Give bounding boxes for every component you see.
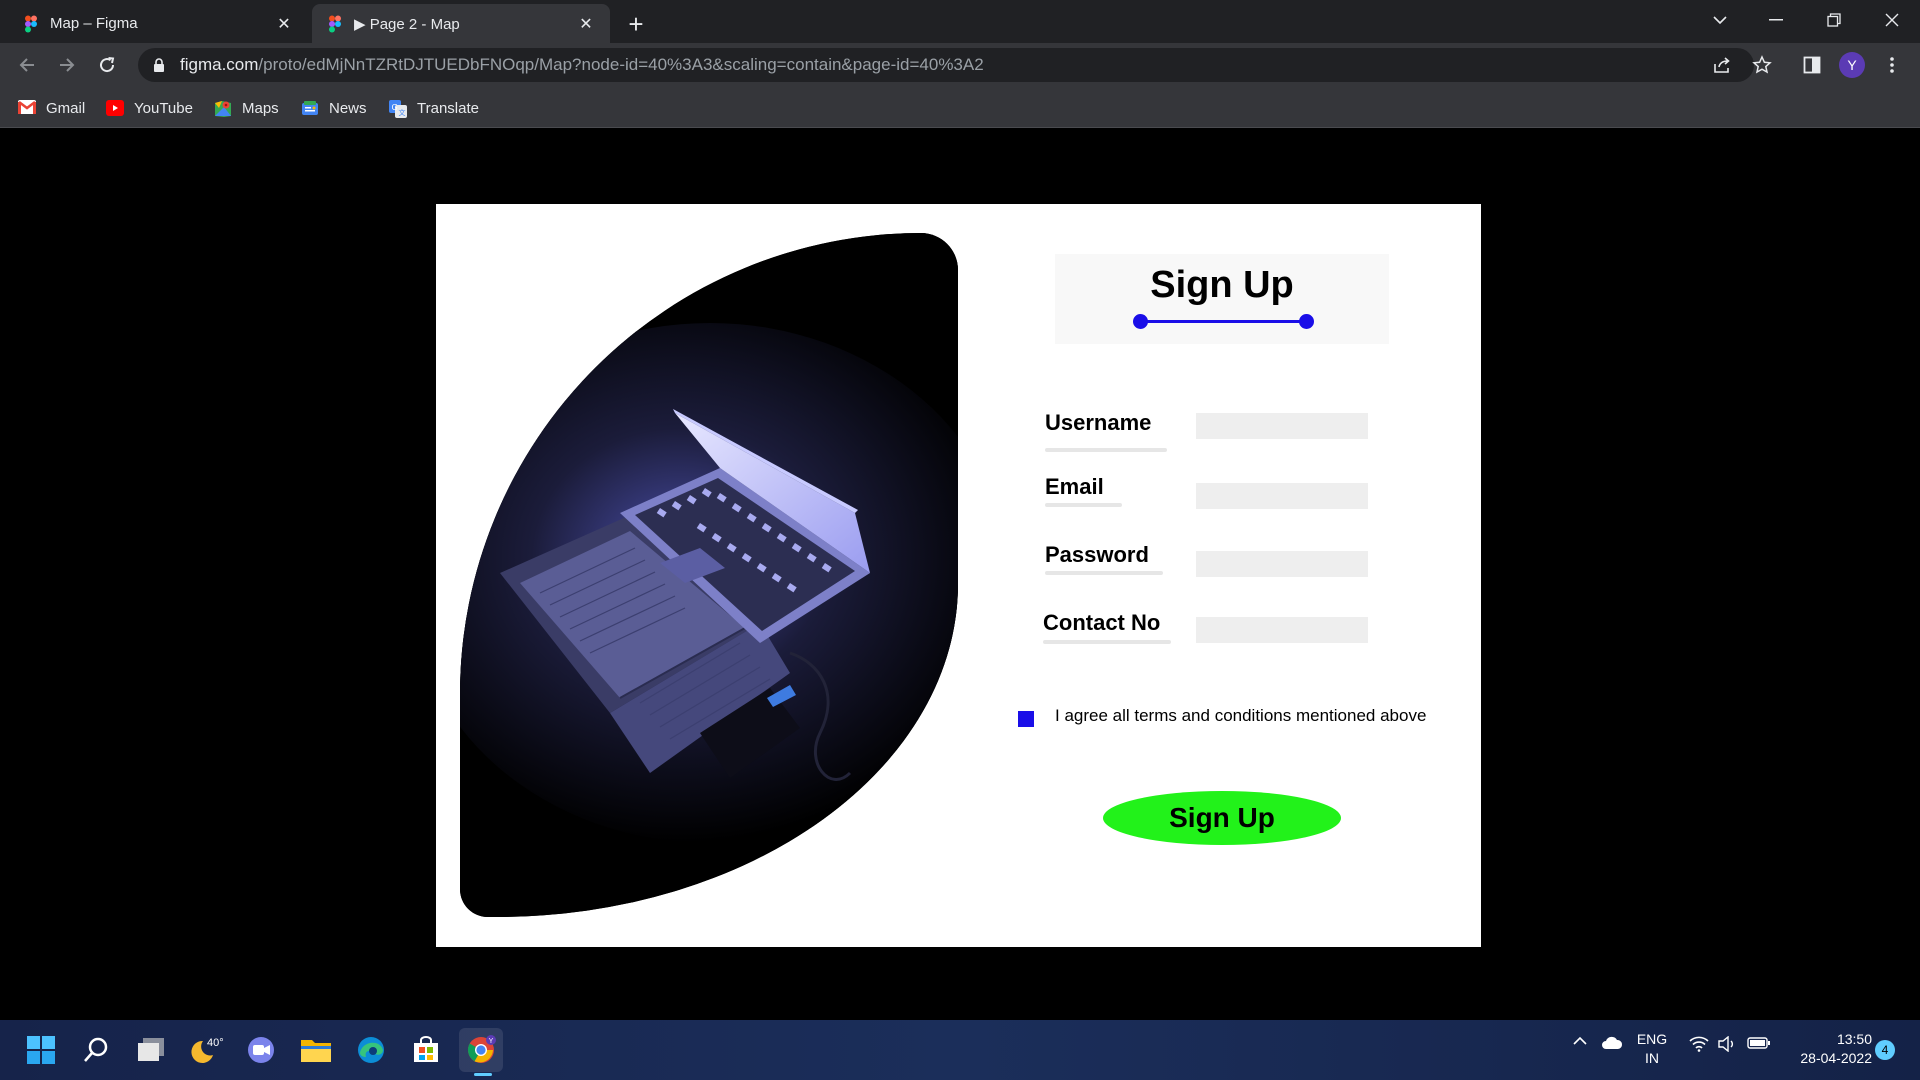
youtube-icon — [106, 100, 124, 116]
bookmark-label: Translate — [417, 99, 479, 117]
back-button[interactable] — [11, 49, 43, 81]
title-underline-dot-left — [1133, 314, 1148, 329]
profile-avatar[interactable]: Y — [1836, 49, 1868, 81]
username-label: Username — [1045, 410, 1152, 435]
share-icon[interactable] — [1706, 49, 1738, 81]
clock-date: 28-04-2022 — [1800, 1050, 1872, 1066]
show-hidden-icons-chevron[interactable] — [1570, 1036, 1590, 1046]
tab-page2-map[interactable]: ▶ Page 2 - Map ✕ — [312, 4, 610, 43]
email-underline — [1045, 503, 1122, 507]
laptop-photo — [460, 233, 958, 917]
url-host: figma.com — [180, 55, 259, 74]
url-path: /proto/edMjNnTZRtDJTUEDbFNOqp/Map?node-i… — [258, 55, 984, 74]
svg-text:G: G — [392, 103, 398, 112]
task-view-icon[interactable] — [129, 1028, 173, 1072]
clock-time: 13:50 — [1836, 1031, 1872, 1047]
bookmark-maps[interactable]: Maps — [214, 95, 279, 121]
clock[interactable]: 13:50 28-04-2022 — [1776, 1030, 1872, 1068]
restore-button[interactable] — [1806, 0, 1862, 40]
close-window-button[interactable] — [1864, 0, 1920, 40]
minimize-button[interactable] — [1748, 0, 1804, 40]
weather-temp: 40° — [207, 1037, 223, 1049]
microsoft-store-icon[interactable] — [404, 1028, 448, 1072]
svg-text:Y: Y — [489, 1038, 494, 1045]
email-input[interactable] — [1196, 483, 1368, 509]
bookmarks-bar: Gmail YouTube Maps News G文 Translate — [0, 87, 1920, 128]
language-indicator[interactable]: ENG IN — [1632, 1030, 1672, 1068]
browser-toolbar: figma.com/proto/edMjNnTZRtDJTUEDbFNOqp/M… — [0, 43, 1920, 87]
bookmark-gmail[interactable]: Gmail — [18, 95, 85, 121]
search-icon[interactable] — [74, 1028, 118, 1072]
teams-chat-icon[interactable] — [239, 1028, 283, 1072]
title-underline-dot-right — [1299, 314, 1314, 329]
region-code: IN — [1645, 1050, 1659, 1066]
terms-checkbox[interactable] — [1018, 711, 1034, 727]
signup-frame: Sign Up Username Email Password Contact … — [436, 204, 1481, 947]
svg-text:文: 文 — [399, 108, 406, 117]
profile-initial: Y — [1839, 52, 1865, 78]
tab-title: Map – Figma — [50, 15, 138, 32]
news-icon — [301, 100, 319, 116]
signup-button[interactable]: Sign Up — [1103, 791, 1341, 845]
tab-map-figma[interactable]: Map – Figma ✕ — [8, 4, 308, 43]
contact-underline — [1043, 640, 1171, 644]
url-text: figma.com/proto/edMjNnTZRtDJTUEDbFNOqp/M… — [180, 55, 984, 75]
form-header: Sign Up — [1055, 254, 1389, 344]
terms-text: I agree all terms and conditions mention… — [1055, 706, 1427, 725]
windows-start-icon[interactable] — [19, 1028, 63, 1072]
edge-browser-icon[interactable] — [349, 1028, 393, 1072]
close-tab-icon[interactable]: ✕ — [576, 14, 596, 34]
bookmark-label: News — [329, 99, 367, 117]
file-explorer-icon[interactable] — [294, 1028, 338, 1072]
lock-icon — [152, 57, 166, 73]
maps-icon — [214, 100, 232, 117]
weather-icon[interactable]: 40° — [184, 1028, 228, 1072]
battery-icon[interactable] — [1746, 1036, 1772, 1050]
onedrive-cloud-icon[interactable] — [1600, 1036, 1624, 1050]
forward-button[interactable] — [51, 49, 83, 81]
username-underline — [1045, 448, 1167, 452]
bookmark-news[interactable]: News — [301, 95, 367, 121]
email-label: Email — [1045, 474, 1104, 499]
wifi-icon[interactable] — [1688, 1036, 1710, 1052]
figma-icon — [22, 15, 40, 33]
tab-title: ▶ Page 2 - Map — [354, 15, 460, 33]
bookmark-star-icon[interactable] — [1746, 49, 1778, 81]
menu-kebab-icon[interactable] — [1876, 49, 1908, 81]
notification-badge[interactable]: 4 — [1875, 1040, 1895, 1060]
bookmark-youtube[interactable]: YouTube — [106, 95, 193, 121]
taskbar: 40° Y ENG IN 13:50 28-04-2022 — [0, 1020, 1920, 1080]
tab-search-icon[interactable] — [1692, 0, 1748, 40]
bookmark-translate[interactable]: G文 Translate — [389, 95, 479, 121]
active-app-indicator — [474, 1073, 492, 1076]
side-panel-icon[interactable] — [1796, 49, 1828, 81]
volume-icon[interactable] — [1716, 1036, 1738, 1052]
contact-label: Contact No — [1043, 610, 1161, 635]
tab-strip: Map – Figma ✕ ▶ Page 2 - Map ✕ + — [0, 0, 1920, 43]
language-code: ENG — [1636, 1031, 1668, 1047]
username-input[interactable] — [1196, 413, 1368, 439]
bookmark-label: Gmail — [46, 99, 86, 117]
password-input[interactable] — [1196, 551, 1368, 577]
chrome-browser-icon[interactable]: Y — [459, 1028, 503, 1072]
bookmark-label: YouTube — [134, 99, 193, 117]
contact-input[interactable] — [1196, 617, 1368, 643]
address-bar[interactable]: figma.com/proto/edMjNnTZRtDJTUEDbFNOqp/M… — [138, 48, 1754, 82]
close-tab-icon[interactable]: ✕ — [274, 14, 294, 34]
password-underline — [1045, 571, 1163, 575]
bookmark-label: Maps — [242, 99, 279, 117]
title-underline — [1139, 320, 1307, 323]
reload-button[interactable] — [91, 49, 123, 81]
translate-icon: G文 — [389, 100, 407, 118]
new-tab-button[interactable]: + — [620, 8, 652, 40]
form-title: Sign Up — [1150, 264, 1294, 306]
figma-icon — [326, 15, 344, 33]
gmail-icon — [18, 100, 36, 116]
password-label: Password — [1045, 542, 1149, 567]
